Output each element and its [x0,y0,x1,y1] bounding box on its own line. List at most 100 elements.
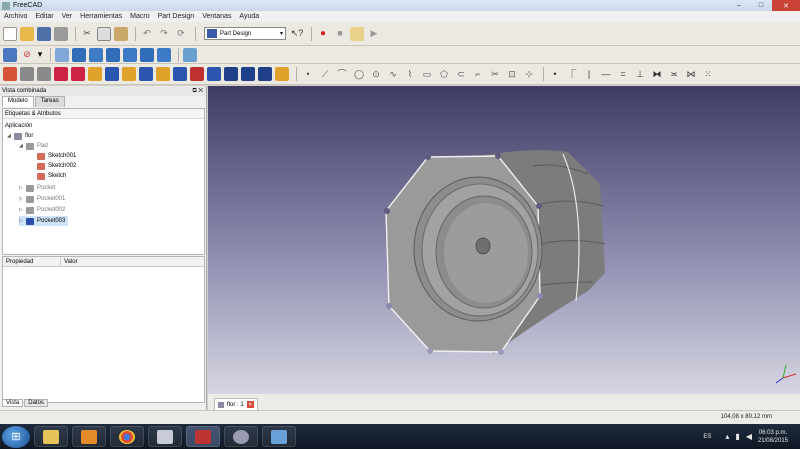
collapse-arrow-icon[interactable]: ◢ [7,133,14,139]
menu-ayuda[interactable]: Ayuda [239,13,259,20]
front-view-icon[interactable] [72,47,86,62]
tree-item-pocket[interactable]: ▷ Pocket002 [19,205,65,215]
show-hidden-icons-icon[interactable]: ▴ [725,432,729,441]
polyline-icon[interactable]: ⌇ [403,67,417,81]
tree-item-sketch[interactable]: Sketch001 [37,151,76,161]
chevron-down-icon[interactable]: ▾ [37,48,43,62]
fillet-sketch-icon[interactable]: ⌐ [471,67,485,81]
open-folder-icon[interactable] [20,26,34,41]
tree-item-pad[interactable]: ◢ Pad [19,141,48,151]
tree-item-pocket[interactable]: ▷ Pocket [19,183,55,193]
linear-pattern-icon[interactable] [224,67,238,81]
collapse-arrow-icon[interactable]: ◢ [19,143,26,149]
polygon-icon[interactable]: ⬠ [437,67,451,81]
clock[interactable]: 06:03 p.m. 21/08/2015 [758,429,788,445]
expand-arrow-icon[interactable]: ▷ [19,207,26,213]
taskbar-calculator[interactable] [148,426,182,447]
3d-model-canvas[interactable] [208,86,800,394]
polar-pattern-icon[interactable] [241,67,255,81]
menu-ver[interactable]: Ver [62,13,73,20]
taskbar-image-viewer[interactable] [262,426,296,447]
menu-ventanas[interactable]: Ventanas [202,13,231,20]
workbench-selector[interactable]: Part Design ▾ [204,27,286,40]
pad-icon[interactable] [88,67,102,81]
bottom-view-icon[interactable] [140,47,154,62]
tree-root[interactable]: Aplicación [5,121,32,131]
measure-distance-icon[interactable] [183,47,197,62]
close-button[interactable]: ✕ [772,0,800,11]
taskbar-chrome[interactable] [110,426,144,447]
rectangle-icon[interactable]: ▭ [420,67,434,81]
perpendicular-constraint-icon[interactable]: ⊥ [633,67,647,81]
macro-stop-icon[interactable]: ■ [333,27,347,41]
equal-constraint-icon[interactable]: ≍ [667,67,681,81]
arc-icon[interactable]: ⌒ [335,67,349,81]
create-sketch-icon[interactable] [3,67,17,81]
tab-modelo[interactable]: Modelo [2,96,34,107]
fillet-icon[interactable] [156,67,170,81]
whats-this-icon[interactable]: ↖? [290,27,304,41]
tangent-constraint-icon[interactable]: ⧓ [650,67,664,81]
symmetric-constraint-icon[interactable]: ⋈ [684,67,698,81]
print-icon[interactable] [54,26,68,41]
taskbar-freecad[interactable] [186,426,220,447]
groove-icon[interactable] [139,67,153,81]
macro-run-icon[interactable]: ▶ [367,27,381,41]
draft-icon[interactable] [190,67,204,81]
view-sketch-icon[interactable] [54,67,68,81]
external-geometry-icon[interactable]: ⊡ [505,67,519,81]
menu-archivo[interactable]: Archivo [4,13,27,20]
right-view-icon[interactable] [106,47,120,62]
validate-sketch-icon[interactable] [71,67,85,81]
minimize-button[interactable]: – [728,0,750,11]
scaled-icon[interactable] [258,67,272,81]
taskbar-app[interactable] [224,426,258,447]
undo-icon[interactable]: ↶ [140,27,154,41]
leave-sketch-icon[interactable] [37,67,51,81]
trim-icon[interactable]: ✂ [488,67,502,81]
expand-arrow-icon[interactable]: ▷ [19,185,26,191]
fit-all-icon[interactable] [3,47,17,62]
copy-icon[interactable] [97,26,111,41]
menu-herramientas[interactable]: Herramientas [80,13,122,20]
macro-record-icon[interactable]: ● [316,27,330,41]
horizontal-constraint-icon[interactable]: — [599,67,613,81]
tree-item-document[interactable]: ◢ flor [7,131,33,141]
network-icon[interactable]: ▮ [735,432,739,441]
mirrored-icon[interactable] [207,67,221,81]
conic-icon[interactable]: ⊙ [369,67,383,81]
top-view-icon[interactable] [89,47,103,62]
new-document-icon[interactable] [3,26,17,41]
axonometric-view-icon[interactable] [55,47,69,62]
pocket-icon[interactable] [105,67,119,81]
maximize-button[interactable]: □ [750,0,772,11]
circle-icon[interactable]: ◯ [352,67,366,81]
rear-view-icon[interactable] [123,47,137,62]
revolution-icon[interactable] [122,67,136,81]
construction-mode-icon[interactable]: ⊹ [522,67,536,81]
taskbar-media-player[interactable] [72,426,106,447]
point-on-object-constraint-icon[interactable]: ⎾ [565,67,579,81]
paste-icon[interactable] [114,26,128,41]
language-indicator[interactable]: ES [703,434,711,440]
left-view-icon[interactable] [157,47,171,62]
expand-arrow-icon[interactable]: ▷ [19,196,26,202]
start-button[interactable]: ⊞ [2,425,30,448]
macro-edit-icon[interactable] [350,26,364,41]
map-sketch-icon[interactable] [20,67,34,81]
slot-icon[interactable]: ⊂ [454,67,468,81]
menu-macro[interactable]: Macro [130,13,149,20]
tree-item-sketch[interactable]: Sketch002 [37,161,76,171]
cut-icon[interactable]: ✂ [80,27,94,41]
tab-datos[interactable]: Datos [24,399,48,407]
tab-vista[interactable]: Vista [2,399,24,407]
point-icon[interactable]: • [301,67,315,81]
bspline-icon[interactable]: ∿ [386,67,400,81]
vertical-constraint-icon[interactable]: | [582,67,596,81]
tree-item-pocket-selected[interactable]: ▷ Pocket003 [19,216,69,226]
menu-part-design[interactable]: Part Design [158,13,195,20]
line-icon[interactable]: ⟋ [318,67,332,81]
taskbar-explorer[interactable] [34,426,68,447]
draw-style-icon[interactable]: ⊘ [20,48,34,62]
3d-view[interactable] [208,86,800,394]
